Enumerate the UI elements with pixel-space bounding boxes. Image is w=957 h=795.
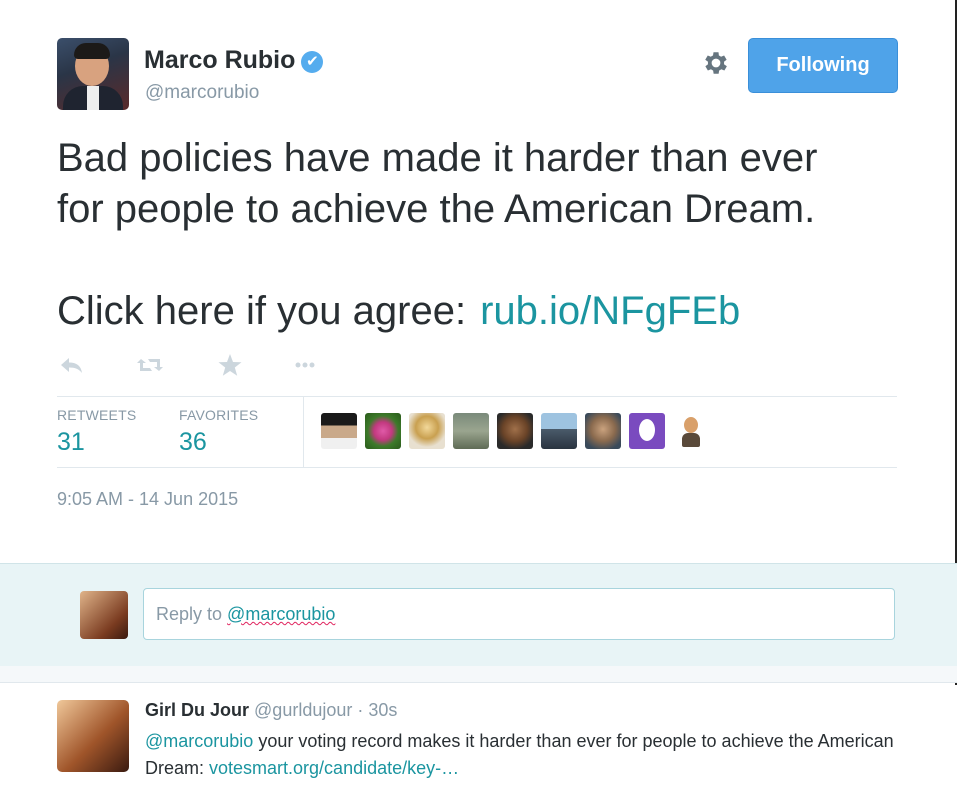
tweet-header: Marco Rubio ✔ @marcorubio Following	[57, 38, 898, 110]
favoriter-avatar[interactable]	[629, 413, 665, 449]
retweets-stat[interactable]: RETWEETS 31	[57, 407, 136, 457]
reply-bar: Reply to @marcorubio	[0, 563, 957, 668]
favoriter-avatar[interactable]	[673, 413, 709, 449]
tweet-timestamp[interactable]: 9:05 AM - 14 Jun 2015	[57, 489, 238, 510]
tweet-actions	[57, 350, 357, 380]
author-name-text[interactable]: Marco Rubio	[144, 46, 295, 74]
gear-icon[interactable]	[701, 48, 731, 78]
reply-link[interactable]: votesmart.org/candidate/key-…	[209, 758, 459, 778]
tweet-stats: RETWEETS 31 FAVORITES 36	[57, 396, 897, 468]
favoriter-avatar[interactable]	[409, 413, 445, 449]
favoriter-avatar[interactable]	[541, 413, 577, 449]
retweets-label: RETWEETS	[57, 407, 137, 423]
favorites-label: FAVORITES	[179, 407, 259, 423]
verified-badge-icon: ✔	[301, 51, 324, 73]
section-separator	[0, 666, 957, 683]
tweet-cta: Click here if you agree:	[57, 289, 467, 333]
reply-mention-link[interactable]: @marcorubio	[145, 731, 253, 751]
more-icon[interactable]	[290, 350, 320, 380]
favoriter-avatar[interactable]	[365, 413, 401, 449]
favoriter-avatar[interactable]	[321, 413, 357, 449]
tweet-line-2: for people to achieve the American Dream…	[57, 187, 816, 231]
tweet-text: Bad policies have made it harder than ev…	[57, 133, 917, 337]
author-avatar[interactable]	[57, 38, 129, 110]
star-icon[interactable]	[215, 350, 245, 380]
reply-placeholder: Reply to @marcorubio	[156, 604, 335, 625]
favoriter-avatar[interactable]	[453, 413, 489, 449]
reply-author-name[interactable]: Girl Du Jour	[145, 700, 249, 720]
favoriter-avatar[interactable]	[585, 413, 621, 449]
favorites-count[interactable]: 36	[179, 428, 258, 457]
current-user-avatar	[80, 591, 128, 639]
favoriter-avatar[interactable]	[497, 413, 533, 449]
reply-icon[interactable]	[57, 350, 87, 380]
tweet-cta-line: Click here if you agree: rub.io/NFgFEb	[57, 286, 917, 337]
reply-input[interactable]: Reply to @marcorubio	[143, 588, 895, 640]
reply-prefix: Reply to	[156, 604, 228, 624]
reply-tweet-header: Girl Du Jour @gurldujour · 30s	[145, 700, 397, 721]
author-handle[interactable]: @marcorubio	[145, 82, 259, 104]
author-name[interactable]: Marco Rubio ✔	[144, 46, 324, 75]
reply-tweet-body: @marcorubio your voting record makes it …	[145, 728, 915, 782]
favorites-stat[interactable]: FAVORITES 36	[179, 407, 258, 457]
stats-divider	[303, 397, 304, 467]
tweet-line-1: Bad policies have made it harder than ev…	[57, 136, 818, 180]
reply-time[interactable]: · 30s	[357, 700, 397, 720]
retweets-count[interactable]: 31	[57, 428, 136, 457]
reply-author-handle[interactable]: @gurldujour	[254, 700, 352, 720]
following-button[interactable]: Following	[748, 38, 898, 93]
retweet-icon[interactable]	[135, 350, 165, 380]
tweet-link[interactable]: rub.io/NFgFEb	[480, 289, 740, 333]
reply-mention: @marcorubio	[227, 604, 336, 624]
reply-author-avatar[interactable]	[57, 700, 129, 772]
